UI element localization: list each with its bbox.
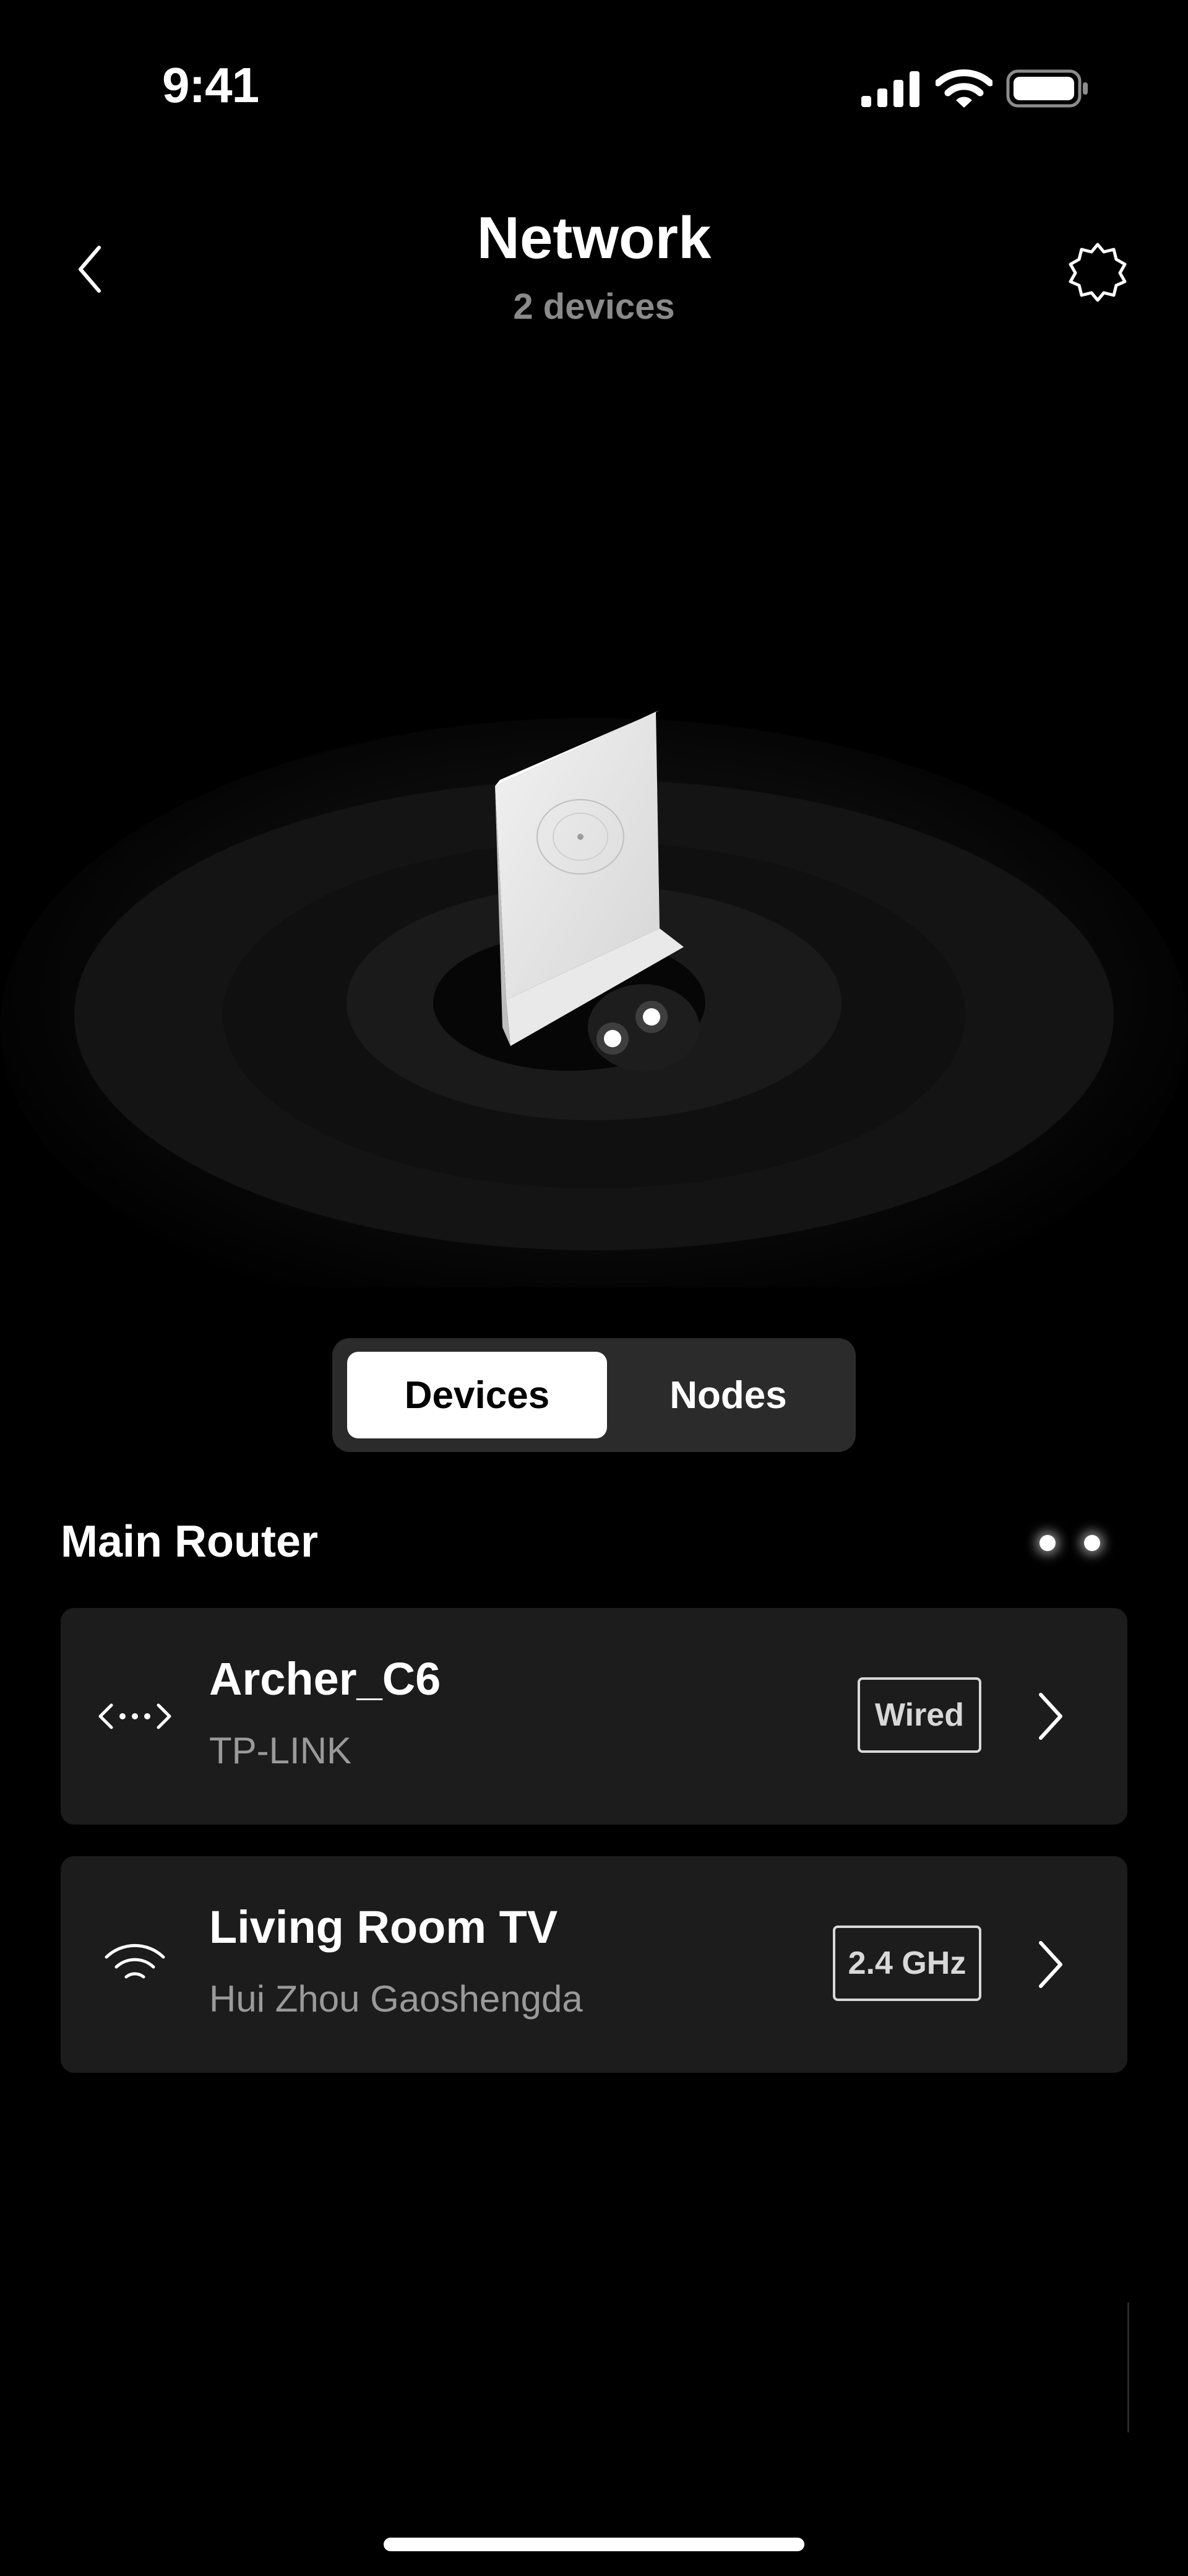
connection-badge: 2.4 GHz — [833, 1926, 981, 2001]
status-icons — [860, 68, 1089, 109]
section-title: Main Router — [61, 1517, 319, 1567]
device-card-living-room-tv[interactable]: Living Room TV Hui Zhou Gaoshengda 2.4 G… — [61, 1856, 1127, 2073]
router-hero-illustration — [0, 711, 1188, 1287]
device-name: Archer_C6 — [209, 1653, 441, 1705]
view-segmented-control: Devices Nodes — [332, 1338, 856, 1452]
signal-icon — [861, 71, 919, 107]
chevron-right-icon — [1039, 1693, 1062, 1740]
battery-icon — [1006, 69, 1088, 108]
device-count: 2 devices — [513, 287, 675, 327]
device-vendor: Hui Zhou Gaoshengda — [209, 1978, 583, 2020]
wifi-icon — [105, 1943, 165, 1979]
page-title: Network — [476, 205, 712, 271]
device-name: Living Room TV — [209, 1901, 558, 1953]
status-time: 9:41 — [162, 58, 259, 113]
tab-devices[interactable]: Devices — [347, 1352, 607, 1438]
home-indicator[interactable] — [384, 2538, 804, 2551]
gear-icon — [1069, 243, 1127, 302]
chevron-right-icon — [1039, 1941, 1062, 1988]
two-dots-icon — [1040, 1535, 1100, 1551]
connection-badge: Wired — [858, 1677, 981, 1753]
wifi-icon — [936, 69, 992, 108]
divider — [1127, 2302, 1129, 2432]
device-card-archer[interactable]: Archer_C6 TP-LINK Wired — [61, 1608, 1127, 1825]
settings-button[interactable] — [1064, 238, 1131, 305]
tab-nodes[interactable]: Nodes — [611, 1352, 846, 1438]
ethernet-icon — [98, 1703, 171, 1729]
device-vendor: TP-LINK — [209, 1730, 352, 1771]
